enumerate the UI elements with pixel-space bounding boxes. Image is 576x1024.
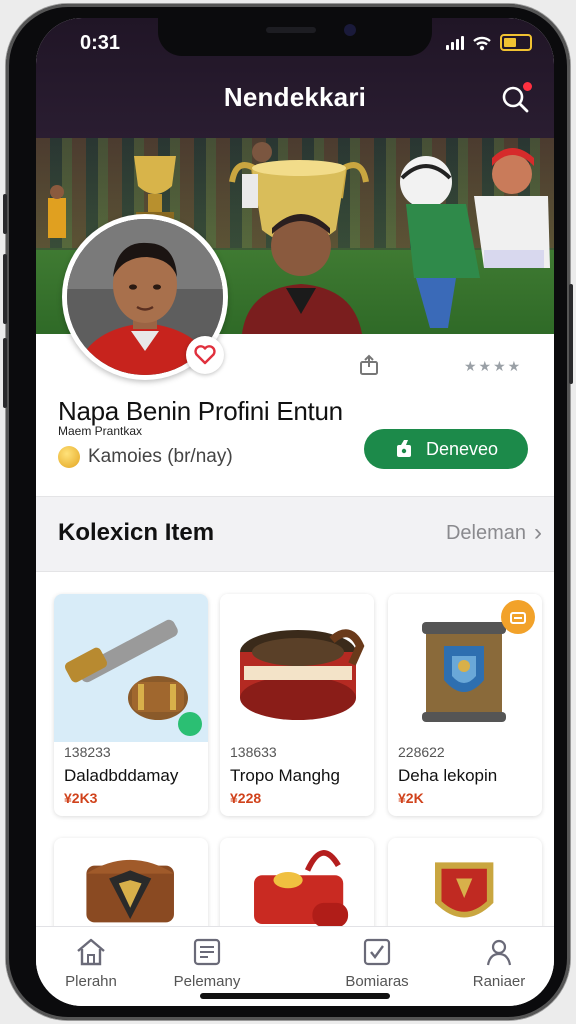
item-id: 138233 — [64, 744, 111, 760]
see-all-link[interactable]: Deleman — [446, 522, 526, 545]
item-card[interactable]: 138233 Daladbddamay ¥2K3 — [54, 594, 208, 816]
collection-header: Kolexicn Item Deleman › — [36, 496, 554, 572]
nav-label: Plerahn — [65, 973, 117, 990]
item-id: 138633 — [230, 744, 277, 760]
app-title: Nendekkari — [223, 82, 367, 112]
bag-badge-icon — [501, 600, 535, 634]
favorite-button[interactable] — [186, 336, 224, 374]
check-box-icon — [363, 938, 391, 966]
status-icons — [446, 34, 532, 51]
nav-item-profile[interactable]: Raniaer — [444, 937, 554, 990]
item-id: 228622 — [398, 744, 445, 760]
wifi-icon — [473, 36, 491, 50]
status-time: 0:31 — [80, 32, 121, 54]
item-price: ¥2K3 — [64, 790, 98, 806]
item-price: ¥228 — [230, 790, 262, 806]
notification-dot — [523, 82, 532, 91]
item-card[interactable]: 228622 Deha lekopin ¥2K — [388, 594, 542, 816]
volume-down-button — [3, 338, 7, 408]
follow-button-label: Deneveo — [425, 438, 499, 459]
item-card[interactable]: 138633 Tropo Manghg ¥228 — [220, 594, 374, 816]
nav-item-list[interactable]: Pelemany — [152, 937, 262, 990]
rating-stars: ★★★★ — [464, 358, 523, 374]
item-price: ¥2K — [398, 790, 424, 806]
speaker — [266, 27, 316, 33]
signal-icon — [446, 35, 464, 50]
nav-label: Bomiaras — [345, 973, 409, 990]
collection-title: Kolexicn Item — [58, 519, 215, 546]
front-camera — [344, 24, 356, 36]
battery-icon — [500, 34, 532, 51]
screen: 0:31 Nendekkari ★★★★ Napa Benin Profini … — [36, 18, 554, 1006]
nav-label: Pelemany — [173, 973, 241, 990]
nav-label: Raniaer — [472, 973, 526, 990]
profile-name: Napa Benin Profini Entun — [58, 396, 343, 426]
notch — [158, 18, 432, 56]
app-header: 0:31 Nendekkari — [36, 18, 554, 138]
phone-frame: 0:31 Nendekkari ★★★★ Napa Benin Profini … — [3, 4, 573, 1020]
home-indicator[interactable] — [200, 993, 390, 999]
volume-up-button — [3, 254, 7, 324]
coin-balance: Kamoies (br/nay) — [58, 446, 233, 468]
coin-icon — [58, 446, 80, 468]
heart-icon — [194, 345, 216, 365]
nav-item-bookmarks[interactable]: Bomiaras — [322, 937, 432, 990]
follow-button[interactable]: Deneveo — [364, 429, 528, 469]
share-icon[interactable] — [358, 354, 380, 376]
item-name: Deha lekopin — [398, 766, 498, 785]
nav-item-home[interactable]: Plerahn — [36, 937, 146, 990]
home-icon — [77, 938, 105, 966]
power-button — [569, 284, 573, 384]
coin-balance-text: Kamoies (br/nay) — [88, 446, 233, 467]
item-name: Tropo Manghg — [230, 766, 340, 785]
profile-subtitle: Maem Prantkax — [58, 424, 143, 438]
bracelet-item-image — [220, 594, 374, 742]
chevron-right-icon[interactable]: › — [534, 519, 542, 547]
mute-switch — [3, 194, 7, 234]
item-name: Daladbddamay — [64, 766, 179, 785]
tradeable-badge — [178, 712, 202, 736]
profile-icon — [486, 939, 512, 966]
follow-icon — [396, 440, 411, 457]
list-icon — [193, 938, 221, 966]
